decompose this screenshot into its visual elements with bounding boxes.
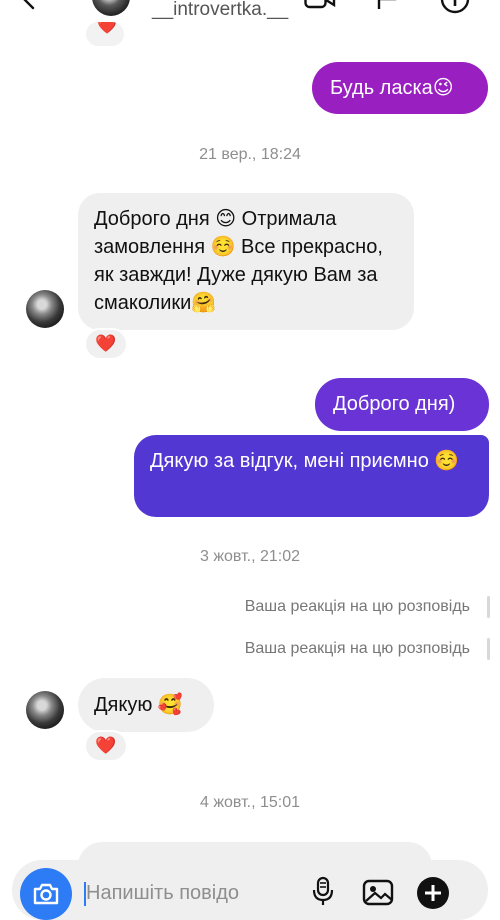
back-arrow-icon[interactable]	[18, 0, 42, 10]
reaction-badge[interactable]: ❤️	[84, 328, 128, 360]
camera-button[interactable]	[20, 868, 72, 920]
info-icon[interactable]	[440, 0, 470, 14]
chat-header: __introvertka.__	[0, 0, 500, 22]
message-text: Доброго дня 😊 Отримала замовлення ☺️ Все…	[94, 208, 383, 314]
message-text: Дякую 🥰	[94, 694, 183, 716]
sender-avatar[interactable]	[26, 290, 64, 328]
video-call-icon[interactable]	[304, 0, 336, 10]
timestamp: 4 жовт., 15:01	[199, 794, 301, 811]
incoming-message[interactable]: Дякую 🥰	[78, 678, 214, 732]
microphone-icon[interactable]	[312, 876, 334, 906]
story-reply-bar	[487, 596, 490, 618]
outgoing-message[interactable]: Будь ласка😉	[312, 62, 488, 114]
header-avatar[interactable]	[92, 0, 130, 16]
message-text: Дякую за відгук, мені приємно ☺️	[150, 450, 460, 472]
story-reaction-note[interactable]: Ваша реакція на цю розповідь	[245, 598, 470, 616]
message-input[interactable]: Напишіть повідо	[86, 882, 239, 905]
reaction-badge[interactable]: ❤️	[84, 730, 128, 762]
story-reply-bar	[487, 638, 490, 660]
incoming-message[interactable]: Доброго дня 😊 Отримала замовлення ☺️ Все…	[78, 193, 414, 330]
outgoing-message[interactable]: Доброго дня)	[315, 378, 489, 431]
sender-avatar[interactable]	[26, 691, 64, 729]
heart-icon: ❤️	[95, 334, 117, 353]
message-text: Будь ласка😉	[330, 77, 454, 99]
flag-icon[interactable]	[376, 0, 398, 10]
plus-icon[interactable]	[416, 876, 450, 910]
camera-icon	[33, 883, 59, 905]
heart-icon: ❤️	[95, 736, 117, 755]
top-reaction-badge[interactable]: ❤️	[86, 22, 124, 46]
story-reaction-note[interactable]: Ваша реакція на цю розповідь	[245, 640, 470, 658]
message-text: Доброго дня)	[333, 393, 456, 415]
gallery-icon[interactable]	[362, 878, 394, 906]
heart-icon: ❤️	[97, 22, 117, 35]
outgoing-message[interactable]: Дякую за відгук, мені приємно ☺️	[134, 435, 489, 517]
timestamp: 3 жовт., 21:02	[199, 548, 301, 565]
timestamp: 21 вер., 18:24	[199, 146, 301, 163]
header-username[interactable]: __introvertka.__	[152, 0, 288, 20]
